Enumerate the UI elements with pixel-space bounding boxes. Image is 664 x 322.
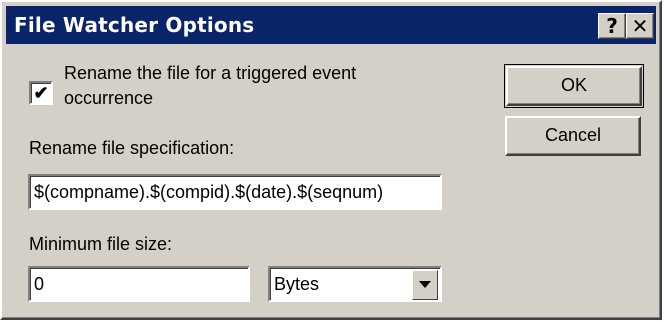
rename-checkbox-label-line2[interactable]: occurrence <box>64 88 153 109</box>
title-bar[interactable]: File Watcher Options ? ✕ <box>6 6 656 44</box>
min-size-label: Minimum file size: <box>29 234 173 254</box>
file-watcher-options-dialog: File Watcher Options ? ✕ ✔ Rename the fi… <box>0 0 662 320</box>
min-size-input[interactable]: 0 <box>28 266 250 302</box>
size-unit-value: Bytes <box>274 274 320 294</box>
ok-button-focus-border: OK <box>504 64 644 108</box>
rename-checkbox-label-line1[interactable]: Rename the file for a triggered event <box>64 63 356 84</box>
size-unit-select[interactable]: Bytes <box>268 266 442 302</box>
checkmark-icon: ✔ <box>33 83 49 103</box>
chevron-down-icon <box>419 281 431 288</box>
dialog-title: File Watcher Options <box>14 13 255 37</box>
dropdown-button[interactable] <box>412 270 438 300</box>
cancel-button[interactable]: Cancel <box>505 116 641 156</box>
help-icon: ? <box>606 14 618 38</box>
ok-button[interactable]: OK <box>506 66 642 106</box>
help-button[interactable]: ? <box>598 13 626 39</box>
rename-spec-input[interactable]: $(compname).$(compid).$(date).$(seqnum) <box>28 174 442 210</box>
rename-file-checkbox[interactable]: ✔ <box>29 81 53 105</box>
close-icon: ✕ <box>631 14 649 38</box>
close-button[interactable]: ✕ <box>626 13 654 39</box>
rename-spec-label: Rename file specification: <box>29 138 235 158</box>
